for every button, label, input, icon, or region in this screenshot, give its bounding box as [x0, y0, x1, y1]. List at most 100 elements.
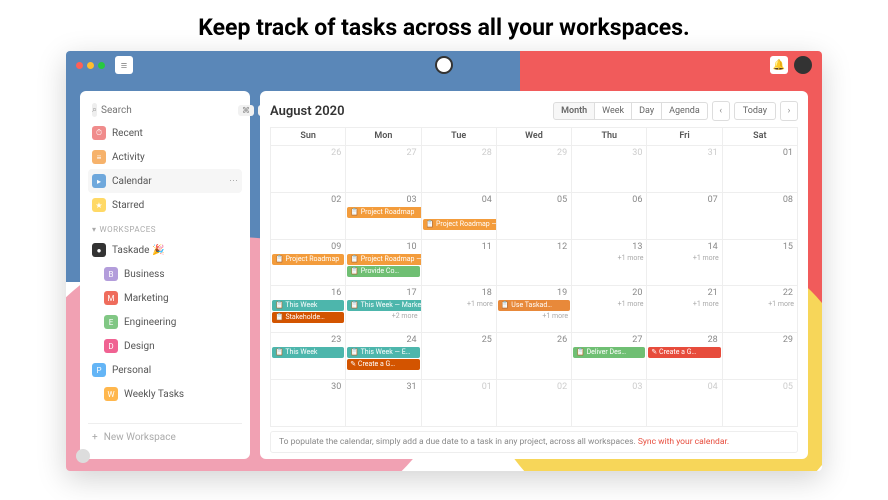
calendar-event[interactable]: 📋 Project Roadmap — [272, 254, 344, 265]
workspace-item[interactable]: WWeekly Tasks — [88, 382, 242, 406]
day-number: 13 — [632, 242, 642, 252]
calendar-event[interactable]: 📋 This Week — [272, 300, 344, 311]
calendar-cell[interactable]: 11 — [422, 240, 497, 287]
workspace-label: Personal — [112, 365, 151, 376]
calendar-cell[interactable]: 17 📋 This Week — Marketing|+2 more — [346, 286, 421, 333]
calendar-cell[interactable]: 31 — [346, 380, 421, 427]
calendar-event[interactable]: 📋 This Week — Marketing| — [347, 300, 421, 311]
calendar-cell[interactable]: 28 — [422, 146, 497, 193]
sync-calendar-link[interactable]: Sync with your calendar. — [638, 437, 729, 447]
workspace-item[interactable]: PPersonal — [88, 358, 242, 382]
calendar-cell[interactable]: 12 — [497, 240, 572, 287]
workspace-item[interactable]: EEngineering — [88, 310, 242, 334]
rss-icon[interactable]: ⋯ — [229, 176, 238, 186]
presence-avatar[interactable] — [76, 449, 90, 463]
calendar-cell[interactable]: 21+1 more — [647, 286, 722, 333]
calendar-cell[interactable]: 05 — [723, 380, 798, 427]
calendar-event[interactable]: 📋 Project Roadmap — Taskade 🎉 — [347, 254, 421, 265]
calendar-event[interactable]: ✎ Create a G… — [648, 347, 720, 358]
calendar-cell[interactable]: 08 — [723, 193, 798, 240]
search-input[interactable] — [101, 105, 234, 116]
day-number: 17 — [406, 288, 416, 298]
calendar-event[interactable]: 📋 This Week — [272, 347, 344, 358]
calendar-cell[interactable]: 15 — [723, 240, 798, 287]
nav-item-recent[interactable]: ⏱Recent — [88, 121, 242, 145]
next-button[interactable]: › — [780, 101, 798, 121]
calendar-cell[interactable]: 05 — [497, 193, 572, 240]
search-row[interactable]: ⌕ ⌘ K — [88, 99, 242, 121]
calendar-cell[interactable]: 27 — [346, 146, 421, 193]
workspace-item[interactable]: DDesign — [88, 334, 242, 358]
calendar-event[interactable]: 📋 Provide Co… — [347, 266, 419, 277]
nav-item-starred[interactable]: ★Starred — [88, 193, 242, 217]
calendar-cell[interactable]: 04📋 Project Roadmap — Taskade 🎉 — [422, 193, 497, 240]
prev-button[interactable]: ‹ — [712, 101, 730, 121]
more-events-link[interactable]: +1 more — [724, 300, 796, 308]
workspace-label: Weekly Tasks — [124, 389, 184, 400]
view-week-button[interactable]: Week — [595, 102, 632, 120]
profile-avatar[interactable] — [794, 56, 812, 74]
view-agenda-button[interactable]: Agenda — [662, 102, 708, 120]
calendar-cell[interactable]: 04 — [647, 380, 722, 427]
calendar-cell[interactable]: 01 — [422, 380, 497, 427]
calendar-event[interactable]: 📋 This Week — E… — [347, 347, 419, 358]
day-number: 05 — [557, 195, 567, 205]
calendar-cell[interactable]: 31 — [647, 146, 722, 193]
calendar-cell[interactable]: 02 — [271, 193, 346, 240]
calendar-cell[interactable]: 29 — [497, 146, 572, 193]
calendar-event[interactable]: 📋 Project Roadmap — Taskade 🎉 — [423, 219, 497, 230]
calendar-cell[interactable]: 03 — [572, 380, 647, 427]
calendar-cell[interactable]: 26 — [497, 333, 572, 380]
calendar-cell[interactable]: 25 — [422, 333, 497, 380]
calendar-cell[interactable]: 07 — [647, 193, 722, 240]
calendar-cell[interactable]: 18+1 more — [422, 286, 497, 333]
view-month-button[interactable]: Month — [553, 102, 595, 120]
calendar-cell[interactable]: 28✎ Create a G… — [647, 333, 722, 380]
calendar-event[interactable]: ✎ Create a G… — [347, 359, 419, 370]
view-day-button[interactable]: Day — [632, 102, 662, 120]
calendar-cell[interactable]: 06 — [572, 193, 647, 240]
zoom-dot[interactable] — [98, 62, 105, 69]
calendar-cell[interactable]: 24📋 This Week — E…✎ Create a G… — [346, 333, 421, 380]
calendar-cell[interactable]: 29 — [723, 333, 798, 380]
more-events-link[interactable]: +1 more — [423, 300, 495, 308]
calendar-cell[interactable]: 01 — [723, 146, 798, 193]
calendar-cell[interactable]: 13 +1 more — [572, 240, 647, 287]
calendar-cell[interactable]: 20+1 more — [572, 286, 647, 333]
calendar-cell[interactable]: 30 — [271, 380, 346, 427]
calendar-cell[interactable]: 23📋 This Week — [271, 333, 346, 380]
workspace-item[interactable]: ●Taskade 🎉 — [88, 238, 242, 262]
calendar-cell[interactable]: 02 — [497, 380, 572, 427]
calendar-event[interactable]: 📋 Use Taskad… — [498, 300, 570, 311]
calendar-cell[interactable]: 19📋 Use Taskad…+1 more — [497, 286, 572, 333]
calendar-cell[interactable]: 14+1 more — [647, 240, 722, 287]
more-events-link[interactable]: +2 more — [347, 312, 419, 320]
minimize-dot[interactable] — [87, 62, 94, 69]
notifications-button[interactable]: 🔔 — [770, 56, 788, 74]
more-events-link[interactable]: +1 more — [498, 312, 570, 320]
workspace-item[interactable]: MMarketing — [88, 286, 242, 310]
calendar-cell[interactable]: 30 — [572, 146, 647, 193]
more-events-link[interactable]: +1 more — [573, 300, 645, 308]
calendar-event[interactable]: 📋 Project Roadmap — [347, 207, 421, 218]
menu-button[interactable]: ≡ — [115, 56, 133, 74]
calendar-cell[interactable]: 03📋 Project Roadmap — [346, 193, 421, 240]
more-events-link[interactable]: +1 more — [648, 254, 720, 262]
calendar-cell[interactable]: 16📋 This Week📋 Stakeholde… — [271, 286, 346, 333]
calendar-cell[interactable]: 26 — [271, 146, 346, 193]
close-dot[interactable] — [76, 62, 83, 69]
calendar-cell[interactable]: 22+1 more — [723, 286, 798, 333]
nav-item-activity[interactable]: ≡Activity — [88, 145, 242, 169]
workspace-item[interactable]: BBusiness — [88, 262, 242, 286]
calendar-cell[interactable]: 10📋 Project Roadmap — Taskade 🎉📋 Provide… — [346, 240, 421, 287]
new-workspace-button[interactable]: + New Workspace — [88, 423, 242, 451]
nav-item-calendar[interactable]: ▸Calendar⋯ — [88, 169, 242, 193]
workspace-label: Taskade 🎉 — [112, 245, 164, 256]
more-events-link[interactable]: +1 more — [648, 300, 720, 308]
more-events-link[interactable]: +1 more — [573, 254, 645, 262]
calendar-event[interactable]: 📋 Deliver Des… — [573, 347, 645, 358]
calendar-cell[interactable]: 09📋 Project Roadmap — [271, 240, 346, 287]
today-button[interactable]: Today — [734, 102, 776, 120]
calendar-cell[interactable]: 27📋 Deliver Des… — [572, 333, 647, 380]
calendar-event[interactable]: 📋 Stakeholde… — [272, 312, 344, 323]
